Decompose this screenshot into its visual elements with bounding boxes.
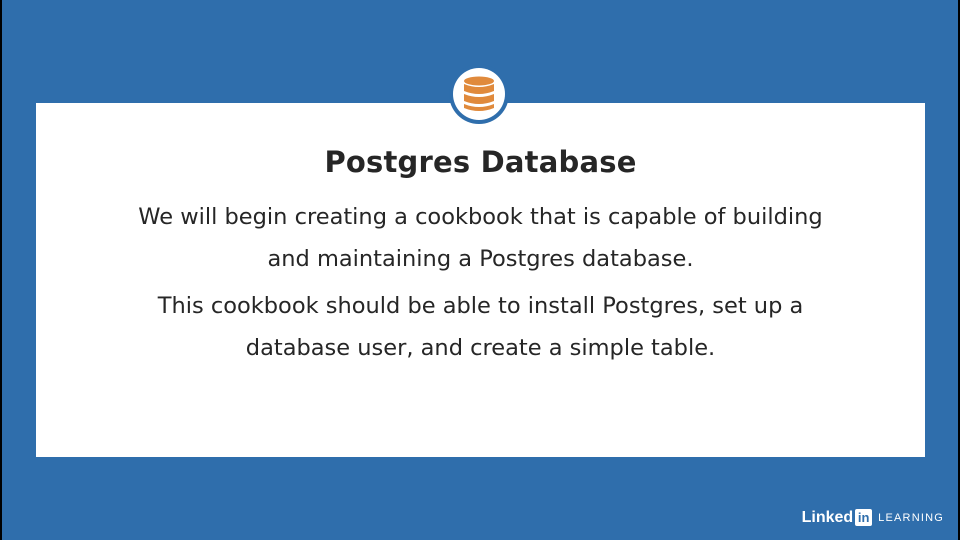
slide-title: Postgres Database	[324, 145, 637, 179]
description-line: and maintaining a Postgres database.	[267, 246, 694, 272]
icon-badge	[449, 64, 509, 124]
description-line: This cookbook should be able to install …	[157, 293, 804, 319]
content-card: Postgres Database We will begin creating…	[36, 103, 925, 457]
brand-learning-text: LEARNING	[878, 511, 944, 524]
description-paragraph: This cookbook should be able to install …	[36, 285, 925, 369]
brand-in-box: in	[855, 509, 873, 526]
description-line: database user, and create a simple table…	[245, 335, 716, 361]
slide-background: Postgres Database We will begin creating…	[2, 0, 958, 540]
description-line: We will begin creating a cookbook that i…	[138, 204, 823, 230]
brand-linked-text: Linked	[801, 508, 854, 526]
database-icon	[464, 76, 494, 111]
description-paragraph: We will begin creating a cookbook that i…	[36, 196, 925, 280]
linkedin-learning-logo: Linked in LEARNING	[802, 509, 944, 526]
